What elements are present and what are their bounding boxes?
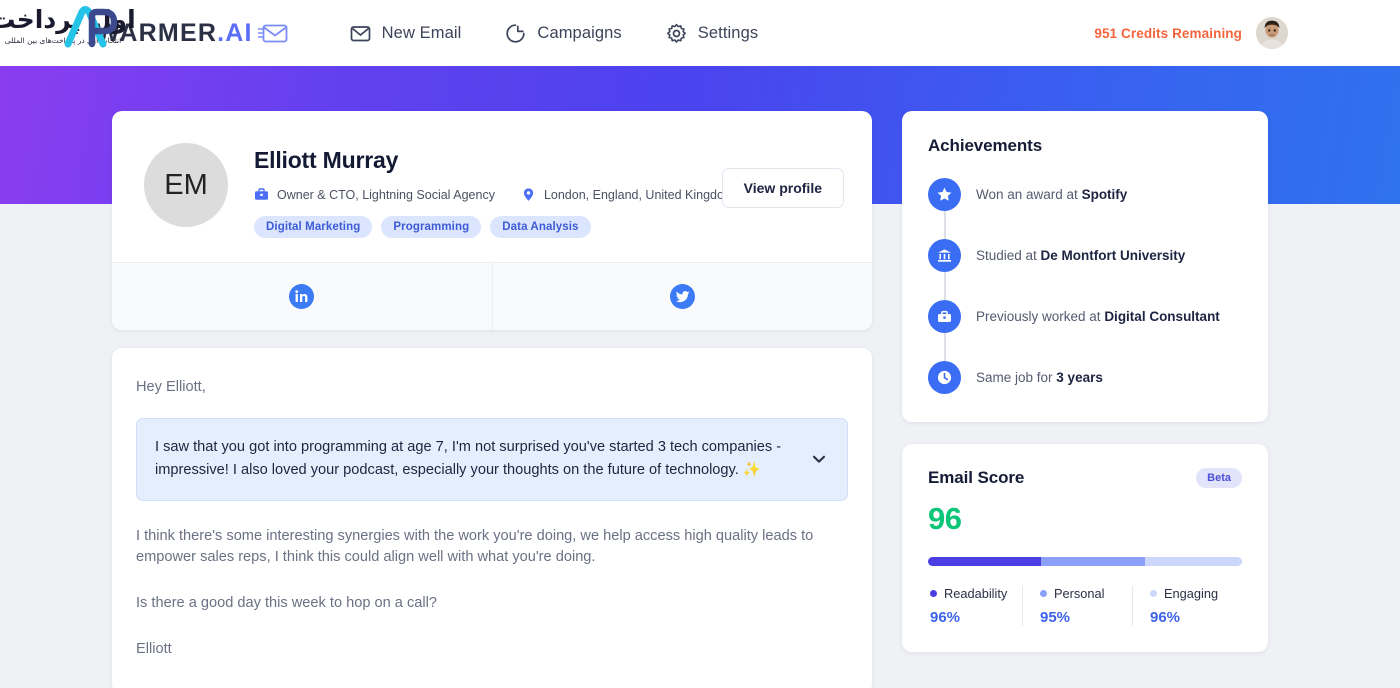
nav-label-new-email: New Email — [381, 23, 462, 42]
top-right-group: 951 Credits Remaining — [1094, 17, 1288, 49]
profile-job: Owner & CTO, Lightning Social Agency — [254, 187, 495, 202]
profile-social-row — [112, 262, 872, 330]
linkedin-icon — [289, 284, 315, 309]
right-column: Achievements Won an award at Spotify Stu… — [902, 66, 1268, 688]
metric-readability: Readability 96% — [928, 586, 1022, 626]
profile-card: EM Elliott Murray Owner & CTO, Lightning… — [112, 111, 872, 330]
email-signature: Elliott — [136, 640, 172, 657]
nav-item-settings[interactable]: Settings — [666, 23, 758, 44]
progress-segment-readability — [928, 557, 1042, 566]
chevron-down-icon[interactable] — [810, 450, 828, 468]
metric-engaging: Engaging 96% — [1132, 586, 1242, 626]
linkedin-link[interactable] — [112, 263, 492, 330]
metric-label: Readability — [944, 586, 1008, 601]
email-highlight-block[interactable]: I saw that you got into programming at a… — [136, 417, 848, 501]
achievement-text: Same job for 3 years — [976, 370, 1103, 385]
achievement-prefix: Studied at — [976, 248, 1041, 263]
email-score-header: Email Score Beta — [928, 468, 1242, 488]
main-nav: New Email Campaigns Settings — [350, 23, 759, 44]
email-greeting: Hey Elliott, — [136, 379, 206, 395]
profile-tag[interactable]: Data Analysis — [490, 216, 591, 238]
twitter-link[interactable] — [491, 263, 873, 330]
twitter-icon — [669, 284, 695, 309]
achievement-item: Won an award at Spotify — [928, 178, 1242, 239]
achievement-prefix: Previously worked at — [976, 309, 1105, 324]
email-paragraph: I think there's some interesting synergi… — [136, 527, 814, 566]
credits-remaining-label: 951 Credits Remaining — [1094, 25, 1242, 41]
metric-value: 96% — [1150, 609, 1181, 626]
metric-head: Readability — [930, 586, 1022, 601]
email-score-value: 96 — [928, 501, 962, 536]
star-icon — [928, 178, 961, 211]
email-paragraph: Is there a good day this week to hop on … — [136, 595, 437, 612]
achievement-item: Studied at De Montfort University — [928, 239, 1242, 300]
pie-chart-icon — [505, 23, 526, 44]
left-column: EM Elliott Murray Owner & CTO, Lightning… — [112, 66, 872, 688]
brand-envelope-icon — [257, 22, 288, 44]
metric-value: 96% — [930, 609, 961, 626]
achievement-prefix: Won an award at — [976, 187, 1082, 202]
metric-label: Personal — [1054, 586, 1105, 601]
metric-dot-personal — [1040, 590, 1047, 597]
user-avatar[interactable] — [1256, 17, 1288, 49]
profile-job-text: Owner & CTO, Lightning Social Agency — [277, 187, 495, 202]
top-navigation-bar: اول پرداخت انتخاب اول در پرداخت‌های بین … — [0, 0, 1400, 66]
briefcase-icon — [928, 300, 961, 333]
metric-dot-readability — [930, 590, 937, 597]
university-icon — [928, 239, 961, 272]
nav-item-new-email[interactable]: New Email — [350, 23, 462, 44]
metric-head: Engaging — [1150, 586, 1242, 601]
email-score-progress-bar — [928, 557, 1242, 566]
email-composer-card: Hey Elliott, I saw that you got into pro… — [112, 348, 872, 688]
achievement-value: De Montfort University — [1040, 248, 1186, 263]
metric-head: Personal — [1040, 586, 1132, 601]
achievement-text: Studied at De Montfort University — [976, 248, 1185, 263]
page-content: EM Elliott Murray Owner & CTO, Lightning… — [0, 66, 1400, 688]
metric-personal: Personal 95% — [1022, 586, 1132, 626]
achievement-value: Digital Consultant — [1104, 309, 1220, 324]
progress-segment-engaging — [1144, 557, 1242, 566]
beta-badge: Beta — [1196, 468, 1242, 488]
gear-icon — [666, 23, 687, 44]
brand-logo[interactable]: اول پرداخت انتخاب اول در پرداخت‌های بین … — [0, 0, 288, 66]
profile-location: London, England, United Kingdom — [521, 187, 734, 202]
achievements-list: Won an award at Spotify Studied at De Mo… — [928, 178, 1242, 394]
achievement-value: Spotify — [1081, 187, 1128, 202]
profile-tag[interactable]: Digital Marketing — [254, 216, 373, 238]
nav-label-settings: Settings — [697, 23, 759, 42]
map-pin-icon — [521, 187, 536, 202]
briefcase-icon — [254, 187, 269, 202]
profile-tags: Digital Marketing Programming Data Analy… — [254, 216, 844, 238]
achievement-prefix: Same job for — [976, 370, 1057, 385]
achievement-text: Won an award at Spotify — [976, 187, 1127, 202]
email-score-card: Email Score Beta 96 Readability 96% Pers… — [902, 444, 1268, 652]
envelope-icon — [350, 23, 371, 44]
email-highlight-text: I saw that you got into programming at a… — [155, 438, 782, 479]
metric-dot-engaging — [1150, 590, 1157, 597]
achievement-value: 3 years — [1056, 370, 1103, 385]
nav-label-campaigns: Campaigns — [537, 23, 622, 42]
nav-item-campaigns[interactable]: Campaigns — [505, 23, 622, 44]
brand-ai-text: AI — [225, 18, 253, 47]
brand-dot: . — [217, 18, 226, 47]
achievement-item: Same job for 3 years — [928, 361, 1242, 394]
profile-tag[interactable]: Programming — [381, 216, 482, 238]
metric-label: Engaging — [1164, 586, 1219, 601]
achievements-card: Achievements Won an award at Spotify Stu… — [902, 111, 1268, 422]
view-profile-button[interactable]: View profile — [721, 168, 844, 208]
achievements-title: Achievements — [928, 136, 1043, 155]
achievement-text: Previously worked at Digital Consultant — [976, 309, 1220, 324]
metric-value: 95% — [1040, 609, 1071, 626]
profile-main: EM Elliott Murray Owner & CTO, Lightning… — [112, 111, 872, 262]
email-score-metrics: Readability 96% Personal 95% Engaging 96… — [928, 586, 1242, 626]
profile-location-text: London, England, United Kingdom — [543, 187, 735, 202]
achievement-item: Previously worked at Digital Consultant — [928, 300, 1242, 361]
profile-avatar-initials: EM — [144, 143, 228, 227]
progress-segment-personal — [1041, 557, 1145, 566]
ap-logo-icon — [64, 6, 118, 48]
clock-icon — [928, 361, 961, 394]
email-score-title: Email Score — [928, 468, 1025, 487]
